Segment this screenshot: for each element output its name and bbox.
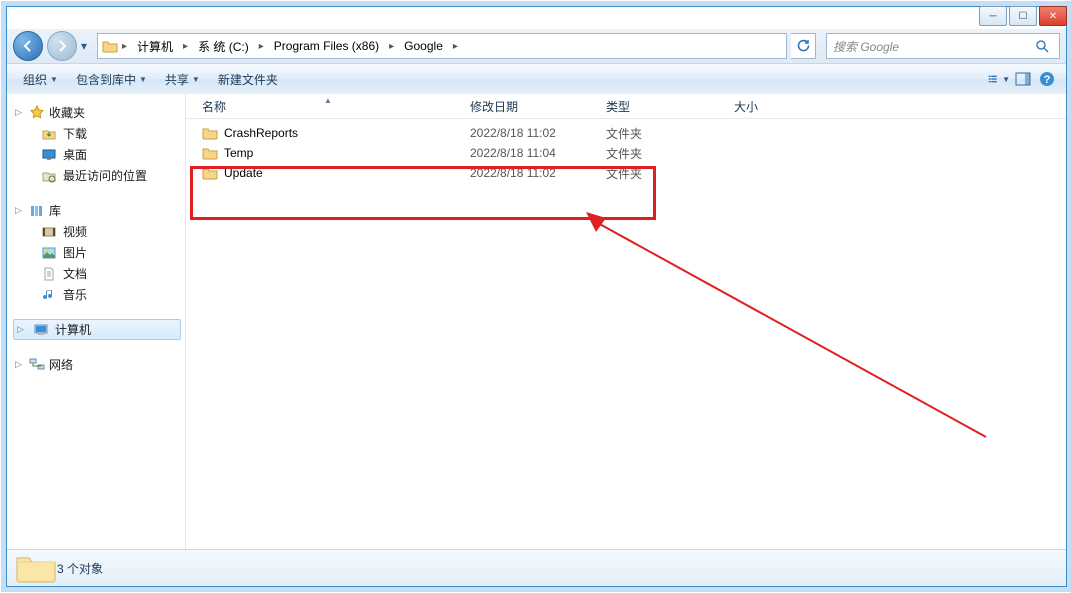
network-icon (29, 357, 45, 373)
video-icon (41, 224, 57, 240)
back-button[interactable] (13, 31, 43, 61)
chevron-down-icon: ▼ (50, 75, 58, 84)
chevron-down-icon: ▼ (1002, 75, 1010, 84)
svg-text:?: ? (1044, 74, 1051, 86)
expand-icon: ▷ (17, 324, 27, 335)
breadcrumb-drive-c[interactable]: 系 统 (C:)▸ (192, 37, 268, 56)
arrow-left-icon (21, 39, 35, 53)
download-icon (41, 126, 57, 142)
window-controls: ─ ☐ ✕ (977, 6, 1067, 26)
close-button[interactable]: ✕ (1039, 6, 1067, 26)
folder-icon (102, 38, 118, 54)
recent-places-icon (41, 168, 57, 184)
breadcrumb-chevron-icon[interactable]: ▸ (385, 41, 398, 52)
sidebar-item-documents[interactable]: 文档 (13, 263, 181, 284)
breadcrumb-program-files[interactable]: Program Files (x86)▸ (268, 38, 398, 54)
sidebar: ▷ 收藏夹 下载 桌面 最近访问的位置 ▷ 库 视频 图片 文档 音乐 (7, 94, 186, 550)
share-menu[interactable]: 共享▼ (157, 69, 208, 90)
folder-icon (202, 145, 218, 161)
list-item[interactable]: Temp 2022/8/18 11:04 文件夹 (186, 143, 1066, 163)
sidebar-item-videos[interactable]: 视频 (13, 221, 181, 242)
sidebar-item-downloads[interactable]: 下载 (13, 123, 181, 144)
search-input[interactable]: 搜索 Google (826, 33, 1060, 59)
breadcrumb-chevron-icon[interactable]: ▸ (179, 41, 192, 52)
file-list-pane: 名称▲ 修改日期 类型 大小 CrashReports 2022/8/18 11… (186, 94, 1066, 550)
sidebar-item-desktop[interactable]: 桌面 (13, 144, 181, 165)
chevron-down-icon: ▼ (139, 75, 147, 84)
status-bar: 3 个对象 (7, 549, 1066, 586)
arrow-right-icon (55, 39, 69, 53)
folder-icon (202, 165, 218, 181)
breadcrumb-chevron-icon[interactable]: ▸ (118, 41, 131, 52)
address-bar[interactable]: ▸ 计算机▸ 系 统 (C:)▸ Program Files (x86)▸ Go… (97, 33, 787, 59)
list-item[interactable]: CrashReports 2022/8/18 11:02 文件夹 (186, 123, 1066, 143)
nav-history-dropdown[interactable]: ▾ (81, 39, 93, 53)
music-icon (41, 287, 57, 303)
forward-button[interactable] (47, 31, 77, 61)
sidebar-favorites[interactable]: ▷ 收藏夹 (13, 102, 181, 123)
view-options-icon (988, 72, 1000, 86)
column-headers: 名称▲ 修改日期 类型 大小 (186, 94, 1066, 119)
breadcrumb-chevron-icon[interactable]: ▸ (255, 41, 268, 52)
include-in-library-menu[interactable]: 包含到库中▼ (68, 69, 155, 90)
help-button[interactable]: ? (1036, 68, 1058, 90)
expand-icon: ▷ (15, 205, 25, 216)
computer-icon (33, 322, 49, 338)
sidebar-item-pictures[interactable]: 图片 (13, 242, 181, 263)
breadcrumb-google[interactable]: Google▸ (398, 38, 462, 54)
picture-icon (41, 245, 57, 261)
view-options-button[interactable]: ▼ (988, 68, 1010, 90)
toolbar: 组织▼ 包含到库中▼ 共享▼ 新建文件夹 ▼ ? (7, 63, 1066, 95)
search-icon (1035, 39, 1049, 53)
help-icon: ? (1039, 71, 1055, 87)
main-area: ▷ 收藏夹 下载 桌面 最近访问的位置 ▷ 库 视频 图片 文档 音乐 (7, 94, 1066, 550)
folder-icon (15, 552, 47, 584)
column-header-name[interactable]: 名称▲ (194, 98, 462, 115)
breadcrumb-computer[interactable]: 计算机▸ (131, 37, 192, 56)
minimize-icon: ─ (989, 11, 996, 22)
status-text: 3 个对象 (57, 560, 103, 577)
new-folder-button[interactable]: 新建文件夹 (210, 69, 286, 90)
sidebar-libraries[interactable]: ▷ 库 (13, 200, 181, 221)
sidebar-item-music[interactable]: 音乐 (13, 284, 181, 305)
search-placeholder: 搜索 Google (833, 38, 1035, 55)
chevron-down-icon: ▼ (192, 75, 200, 84)
preview-pane-button[interactable] (1012, 68, 1034, 90)
column-header-type[interactable]: 类型 (598, 98, 726, 115)
expand-icon: ▷ (15, 359, 25, 370)
annotation-arrow (586, 212, 1006, 452)
column-header-size[interactable]: 大小 (726, 98, 822, 115)
sidebar-network[interactable]: ▷ 网络 (13, 354, 181, 375)
breadcrumb-chevron-icon[interactable]: ▸ (449, 41, 462, 52)
folder-icon (202, 125, 218, 141)
preview-pane-icon (1015, 72, 1031, 86)
library-icon (29, 203, 45, 219)
maximize-icon: ☐ (1019, 11, 1028, 22)
desktop-icon (41, 147, 57, 163)
close-icon: ✕ (1049, 11, 1057, 22)
maximize-button[interactable]: ☐ (1009, 6, 1037, 26)
expand-icon: ▷ (15, 107, 25, 118)
sidebar-item-recent[interactable]: 最近访问的位置 (13, 165, 181, 186)
list-item[interactable]: Update 2022/8/18 11:02 文件夹 (186, 163, 1066, 183)
nav-bar: ▾ ▸ 计算机▸ 系 统 (C:)▸ Program Files (x86)▸ … (7, 29, 1066, 63)
refresh-button[interactable] (791, 33, 816, 59)
refresh-icon (796, 39, 810, 53)
document-icon (41, 266, 57, 282)
minimize-button[interactable]: ─ (979, 6, 1007, 26)
sidebar-computer[interactable]: ▷ 计算机 (13, 319, 181, 340)
organize-menu[interactable]: 组织▼ (15, 69, 66, 90)
star-icon (29, 105, 45, 121)
sort-asc-icon: ▲ (324, 96, 332, 105)
file-list: CrashReports 2022/8/18 11:02 文件夹 Temp 20… (186, 119, 1066, 183)
explorer-window: ─ ☐ ✕ ▾ ▸ 计算机▸ 系 统 (C:)▸ Program Files (… (6, 6, 1067, 587)
column-header-date[interactable]: 修改日期 (462, 98, 598, 115)
